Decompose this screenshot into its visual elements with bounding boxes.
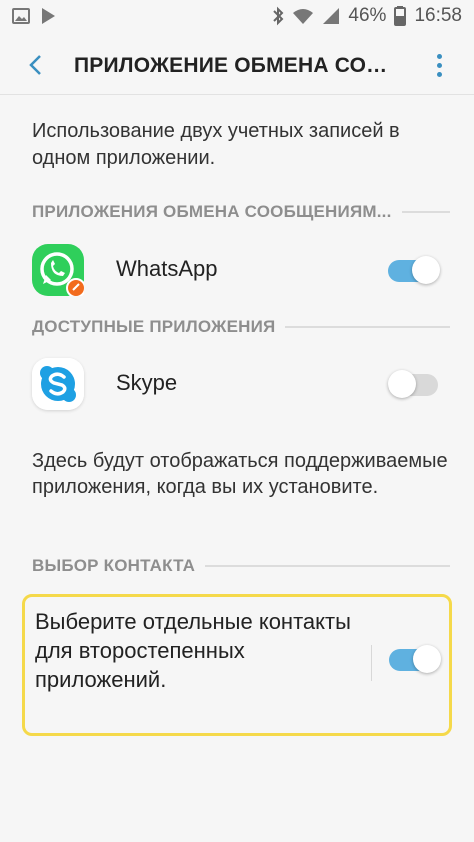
available-apps-info: Здесь будут отображаться поддерживаемые …: [32, 450, 448, 498]
skype-icon: [32, 358, 84, 410]
section-header-contact: ВЫБОР КОНТАКТА: [32, 556, 450, 576]
clock: 16:58: [414, 5, 462, 26]
contact-selection-label: Выберите отдельные контакты для второсте…: [35, 609, 351, 692]
app-name-whatsapp: WhatsApp: [116, 256, 218, 281]
gallery-icon: [12, 7, 30, 25]
battery-percent: 46%: [348, 5, 387, 26]
more-options-button[interactable]: [432, 50, 446, 80]
app-bar: ПРИЛОЖЕНИЕ ОБМЕНА СООБЩЕНИЯМИ: [0, 34, 474, 95]
section-header-available: ДОСТУПНЫЕ ПРИЛОЖЕНИЯ: [32, 317, 450, 337]
whatsapp-icon: [32, 244, 86, 298]
whatsapp-toggle[interactable]: [388, 256, 440, 284]
battery-icon: [394, 6, 407, 26]
bluetooth-icon: [272, 6, 284, 26]
feature-description: Использование двух учетных записей в одн…: [32, 120, 400, 169]
wifi-icon: [292, 7, 314, 25]
more-vert-icon: [436, 53, 442, 59]
page-title: ПРИЛОЖЕНИЕ ОБМЕНА СООБЩЕНИЯМИ: [74, 54, 394, 77]
app-row-whatsapp[interactable]: WhatsApp: [0, 230, 474, 308]
back-button[interactable]: [20, 50, 50, 80]
app-name-skype: Skype: [116, 370, 178, 395]
chevron-left-icon: [29, 55, 41, 75]
skype-toggle[interactable]: [388, 370, 438, 398]
app-row-skype[interactable]: Skype: [0, 344, 474, 422]
signal-icon: [322, 7, 340, 25]
status-bar: 46% 16:58: [0, 0, 474, 34]
play-store-icon: [40, 7, 56, 25]
contact-selection-toggle[interactable]: [389, 645, 441, 673]
section-header-messaging: ПРИЛОЖЕНИЯ ОБМЕНА СООБЩЕНИЯМ...: [32, 202, 450, 222]
divider: [371, 645, 372, 681]
contact-selection-option[interactable]: Выберите отдельные контакты для второсте…: [22, 594, 452, 736]
